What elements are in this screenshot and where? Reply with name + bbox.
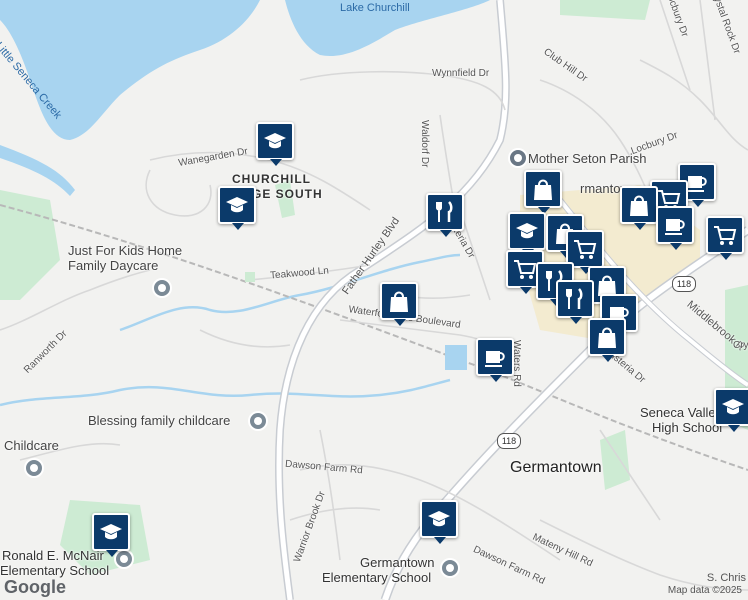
shopping-bag-icon (598, 327, 616, 348)
church-marker[interactable] (508, 148, 528, 168)
fork-knife-icon (566, 288, 583, 309)
daycare-label-3[interactable]: Childcare (4, 438, 59, 453)
route-118-shield: 118 (672, 276, 696, 292)
shopping-pin[interactable] (380, 282, 418, 326)
coffee-cup-icon (485, 351, 505, 367)
neighborhood-label-line1: CHURCHILL (232, 172, 311, 186)
fork-knife-icon (436, 201, 453, 222)
school-germantown-label-1[interactable]: Germantown (360, 555, 434, 570)
lake-west (0, 0, 260, 140)
cafe-pin[interactable] (476, 338, 514, 382)
daycare-marker-1[interactable] (152, 278, 172, 298)
graduation-cap-icon (264, 133, 286, 149)
shopping-cart-icon (574, 240, 597, 259)
school-seneca-label-1[interactable]: Seneca Valley (640, 405, 722, 420)
school-pin[interactable] (256, 122, 294, 166)
map-canvas[interactable]: Lake Churchill Little Seneca Creek CHURC… (0, 0, 748, 600)
street-waldorf: Waldorf Dr (419, 120, 430, 168)
graduation-cap-icon (428, 511, 450, 527)
shopping-pin[interactable] (620, 186, 658, 230)
daycare-marker-2[interactable] (248, 411, 268, 431)
shopping-pin[interactable] (588, 318, 626, 362)
daycare-label-2[interactable]: Blessing family childcare (88, 413, 230, 428)
lake-label: Lake Churchill (340, 2, 410, 14)
shopping-cart-icon (514, 260, 537, 279)
route-118-shield-2: 118 (497, 433, 521, 449)
school-germantown-label-2[interactable]: Elementary School (322, 570, 431, 585)
bottom-right-label: S. Chris (706, 572, 746, 584)
pond (445, 345, 467, 370)
school-ronald-label-1[interactable]: Ronald E. McNair (2, 548, 104, 563)
town-label: Germantown (510, 459, 602, 476)
shopping-bag-icon (390, 291, 408, 312)
school-pin[interactable] (420, 500, 458, 544)
graduation-cap-icon (226, 197, 248, 213)
shopping-bag-icon (630, 195, 648, 216)
daycare-marker-3[interactable] (24, 458, 44, 478)
street-wynnfield: Wynnfield Dr (432, 68, 490, 79)
daycare-label-1[interactable]: Just For Kids Home (68, 243, 182, 258)
school-pin[interactable] (714, 388, 748, 432)
shopping-pin[interactable] (524, 170, 562, 214)
park-south (600, 430, 630, 490)
grocery-pin[interactable] (706, 216, 744, 260)
school-pin[interactable] (92, 513, 130, 557)
park-north (560, 0, 650, 20)
park-tiny (245, 272, 255, 282)
graduation-cap-icon (100, 524, 122, 540)
coffee-cup-icon (665, 219, 685, 235)
school-pin[interactable] (508, 212, 546, 256)
school-pin[interactable] (218, 186, 256, 230)
map-attribution: Map data ©2025 (667, 585, 742, 596)
graduation-cap-icon (722, 399, 744, 415)
cafe-pin[interactable] (656, 206, 694, 250)
daycare-label-1b[interactable]: Family Daycare (68, 258, 158, 273)
street-cry: Cry (733, 340, 748, 351)
graduation-cap-icon (516, 223, 538, 239)
school-seneca-label-2[interactable]: High School (652, 420, 722, 435)
restaurant-pin[interactable] (556, 280, 594, 324)
stream-south (0, 378, 451, 407)
parish-label[interactable]: Mother Seton Parish (528, 151, 647, 166)
shopping-bag-icon (534, 179, 552, 200)
school-germantown-marker[interactable] (440, 558, 460, 578)
google-logo: Google (4, 577, 66, 597)
school-ronald-label-2[interactable]: Elementary School (0, 563, 109, 578)
creek-segment (0, 145, 75, 196)
restaurant-pin[interactable] (426, 193, 464, 237)
shopping-cart-icon (714, 226, 737, 245)
